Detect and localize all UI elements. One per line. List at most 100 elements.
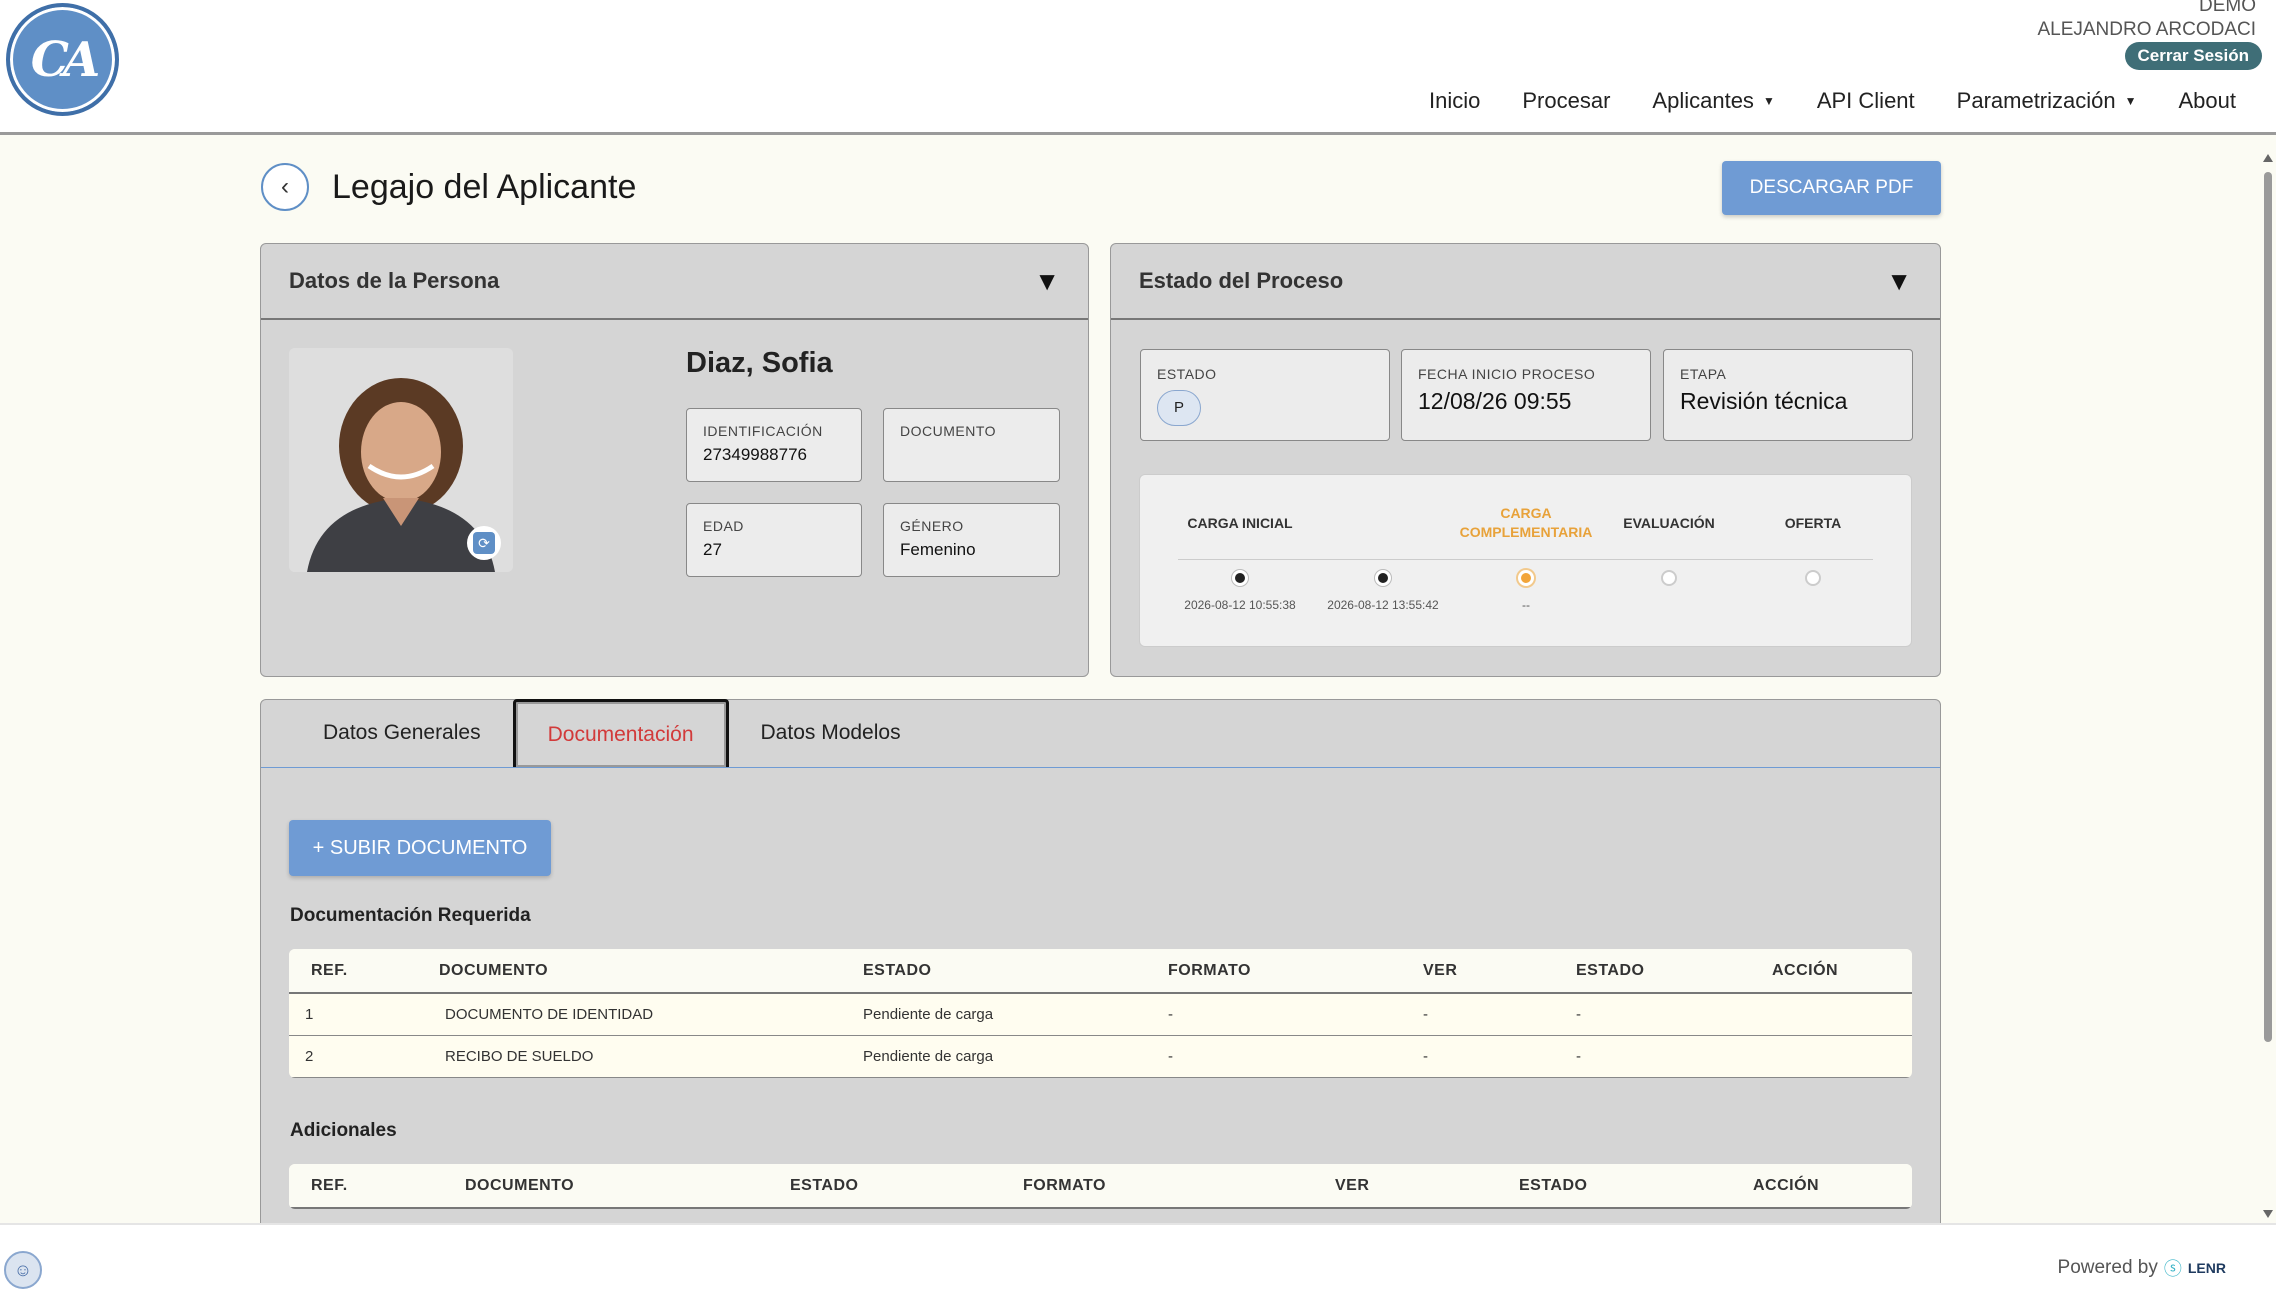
company-logo[interactable]: CA — [6, 3, 119, 116]
nav-aplicantes[interactable]: Aplicantes ▼ — [1652, 88, 1774, 114]
additional-docs-table: REF. DOCUMENTO ESTADO FORMATO VER ESTADO… — [289, 1164, 1912, 1209]
tab-datos-generales[interactable]: Datos Generales — [291, 699, 513, 767]
start-date-value: 12/08/26 09:55 — [1418, 388, 1572, 414]
gender-value: Femenino — [900, 540, 976, 559]
step-evaluacion: EVALUACIÓN — [1599, 497, 1739, 598]
step-oferta: OFERTA — [1743, 497, 1883, 598]
process-card-title: Estado del Proceso — [1139, 268, 1344, 293]
nav-parametrizacion-label: Parametrización — [1956, 88, 2116, 113]
cell-ref: 1 — [289, 993, 439, 1036]
sync-photo-icon[interactable]: ⟳ — [467, 526, 501, 560]
step-pending-dot-icon — [1805, 570, 1821, 586]
nav-procesar-label: Procesar — [1522, 88, 1611, 113]
step-date: 2026-08-12 10:55:38 — [1184, 598, 1296, 612]
caret-down-icon: ▼ — [2124, 94, 2137, 108]
step-done-dot-icon — [1232, 570, 1248, 586]
caret-down-icon: ▼ — [1762, 94, 1775, 108]
nav-procesar[interactable]: Procesar — [1522, 88, 1610, 114]
cell-state: - — [1576, 1035, 1772, 1078]
col-documento: DOCUMENTO — [439, 949, 863, 994]
status-badge: P — [1157, 390, 1201, 426]
powered-by: Powered by ⓢ LENR — [2058, 1255, 2226, 1281]
download-pdf-button[interactable]: DESCARGAR PDF — [1722, 161, 1941, 215]
col-estado-2: ESTADO — [1576, 949, 1772, 994]
col-formato: FORMATO — [1023, 1164, 1335, 1209]
process-stepper: CARGA INICIAL 2026-08-12 10:55:38 2026-0… — [1139, 474, 1912, 647]
col-ver: VER — [1335, 1164, 1519, 1209]
back-button[interactable]: ‹ — [261, 163, 309, 211]
footer: ☺ Powered by ⓢ LENR — [0, 1223, 2276, 1303]
nav-aplicantes-label: Aplicantes — [1652, 88, 1754, 113]
nav-api-client[interactable]: API Client — [1817, 88, 1915, 114]
nav-about-label: About — [2178, 88, 2237, 113]
id-value: 27349988776 — [703, 445, 808, 464]
id-label: IDENTIFICACIÓN — [703, 423, 823, 439]
nav-parametrizacion[interactable]: Parametrización ▼ — [1957, 88, 2137, 114]
collapse-triangle-icon[interactable]: ▼ — [1886, 266, 1912, 297]
person-card-header[interactable]: Datos de la Persona ▼ — [261, 244, 1088, 320]
chevron-left-icon: ‹ — [281, 173, 289, 200]
step-label: OFERTA — [1784, 514, 1842, 531]
nav-api-client-label: API Client — [1816, 88, 1915, 113]
scroll-thumb[interactable] — [2264, 172, 2272, 1042]
user-role: DEMO — [2199, 0, 2256, 16]
collapse-triangle-icon[interactable]: ▼ — [1034, 266, 1060, 297]
upload-document-button[interactable]: + SUBIR DOCUMENTO — [289, 820, 551, 876]
table-row: 2 RECIBO DE SUELDO Pendiente de carga - … — [289, 1035, 1912, 1078]
document-field: DOCUMENTO — [883, 408, 1060, 482]
lenr-logo-icon: ⓢ — [2163, 1259, 2182, 1279]
person-card: Datos de la Persona ▼ ⟳ Diaz, Sofia IDEN… — [260, 243, 1089, 677]
step-label: EVALUACIÓN — [1623, 514, 1715, 531]
scroll-down-icon[interactable] — [2263, 1210, 2273, 1218]
scroll-up-icon[interactable] — [2263, 154, 2273, 162]
col-ref: REF. — [289, 949, 439, 994]
cell-status: Pendiente de carga — [863, 1035, 1168, 1078]
person-name: Diaz, Sofia — [686, 347, 833, 379]
cell-document: DOCUMENTO DE IDENTIDAD — [439, 993, 863, 1036]
col-estado: ESTADO — [790, 1164, 1023, 1209]
cell-view: - — [1423, 993, 1576, 1036]
age-value: 27 — [703, 540, 722, 559]
id-field: IDENTIFICACIÓN 27349988776 — [686, 408, 862, 482]
start-date-label: FECHA INICIO PROCESO — [1418, 366, 1596, 382]
stage-label: ETAPA — [1680, 366, 1727, 382]
tab-documentacion[interactable]: Documentación — [512, 699, 729, 767]
footer-avatar-icon[interactable]: ☺ — [4, 1251, 42, 1289]
process-card-header[interactable]: Estado del Proceso ▼ — [1111, 244, 1940, 320]
tab-datos-modelos[interactable]: Datos Modelos — [729, 699, 933, 767]
cell-status: Pendiente de carga — [863, 993, 1168, 1036]
cell-state: - — [1576, 993, 1772, 1036]
stage-field: ETAPA Revisión técnica — [1663, 349, 1913, 441]
col-estado-2: ESTADO — [1519, 1164, 1753, 1209]
cell-action — [1772, 1035, 1912, 1078]
col-ver: VER — [1423, 949, 1576, 994]
cell-action — [1772, 993, 1912, 1036]
page-scrollbar[interactable] — [2262, 152, 2274, 1223]
page-title: Legajo del Aplicante — [332, 168, 637, 206]
table-row: 1 DOCUMENTO DE IDENTIDAD Pendiente de ca… — [289, 993, 1912, 1036]
tabs-panel: Datos Generales Documentación Datos Mode… — [260, 699, 1941, 1303]
logout-button[interactable]: Cerrar Sesión — [2124, 42, 2262, 70]
age-label: EDAD — [703, 518, 744, 534]
status-field: ESTADO P — [1140, 349, 1390, 441]
step-done-dot-icon — [1375, 570, 1391, 586]
col-formato: FORMATO — [1168, 949, 1423, 994]
additional-docs-title: Adicionales — [290, 1120, 397, 1141]
document-label: DOCUMENTO — [900, 423, 997, 439]
required-docs-title: Documentación Requerida — [290, 905, 531, 926]
process-card: Estado del Proceso ▼ ESTADO P FECHA INIC… — [1110, 243, 1941, 677]
step-carga-complementaria: CARGA COMPLEMENTARIA -- — [1456, 497, 1596, 612]
nav-about[interactable]: About — [2179, 88, 2237, 114]
step-active-dot-icon — [1518, 570, 1534, 586]
user-info: DEMO ALEJANDRO ARCODACI — [2037, 0, 2256, 42]
start-date-field: FECHA INICIO PROCESO 12/08/26 09:55 — [1401, 349, 1651, 441]
cell-view: - — [1423, 1035, 1576, 1078]
nav-inicio[interactable]: Inicio — [1429, 88, 1480, 114]
cell-format: - — [1168, 993, 1423, 1036]
table-header-row: REF. DOCUMENTO ESTADO FORMATO VER ESTADO… — [289, 1164, 1912, 1209]
col-estado: ESTADO — [863, 949, 1168, 994]
powered-by-label: Powered by — [2057, 1257, 2158, 1278]
gender-label: GÉNERO — [900, 518, 964, 534]
step-pending-dot-icon — [1661, 570, 1677, 586]
person-card-title: Datos de la Persona — [289, 268, 500, 293]
